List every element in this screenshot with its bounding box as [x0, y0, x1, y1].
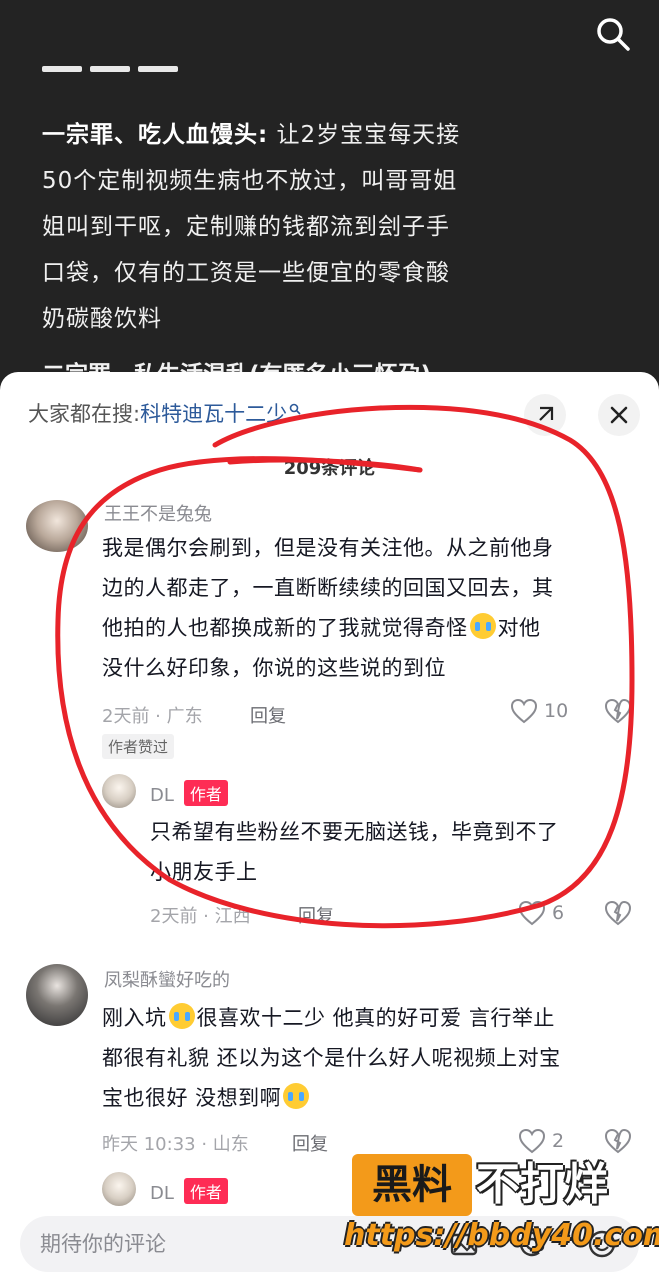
- hot-search-keyword[interactable]: 科特迪瓦十二少: [140, 402, 287, 426]
- article-body: 一宗罪、吃人血馒头: 让2岁宝宝每天接 50个定制视频生病也不放过，叫哥哥姐 姐…: [42, 112, 542, 342]
- hot-search: 大家都在搜:科特迪瓦十二少: [28, 398, 301, 428]
- comment-line: 对他: [497, 616, 541, 640]
- article-line: 50个定制视频生病也不放过，叫哥哥姐: [42, 168, 458, 194]
- comment-line: 他拍的人也都换成新的了我就觉得奇怪: [102, 616, 468, 640]
- heart-icon: [510, 698, 538, 724]
- watermark-box: 黑料: [352, 1154, 472, 1216]
- article-background: 一宗罪、吃人血馒头: 让2岁宝宝每天接 50个定制视频生病也不放过，叫哥哥姐 姐…: [0, 0, 659, 400]
- comment-meta: 昨天 10:33 · 山东: [102, 1134, 249, 1155]
- article-line: 奶碳酸饮料: [42, 306, 162, 332]
- comment-line: 边的人都走了，一直断断续续的回国又回去，其: [102, 576, 554, 600]
- comment-line: 很喜欢十二少 他真的好可爱 言行举止: [196, 1006, 555, 1030]
- crying-emoji-icon: [168, 1003, 195, 1029]
- dislike-icon[interactable]: [604, 1128, 632, 1154]
- comment-line: 没什么好印象，你说的这些说的到位: [102, 656, 446, 680]
- dislike-icon[interactable]: [604, 900, 632, 926]
- article-line: 姐叫到干呕，定制赚的钱都流到刽子手: [42, 214, 450, 240]
- article-line: 让2岁宝宝每天接: [276, 122, 461, 148]
- avatar[interactable]: [102, 774, 136, 808]
- like-count: 10: [544, 700, 569, 722]
- comment-meta: 2天前 · 江西: [150, 906, 251, 927]
- reply-button[interactable]: 回复: [250, 702, 286, 728]
- comment-line: 宝也很好 没想到啊: [102, 1086, 282, 1110]
- avatar[interactable]: [26, 500, 88, 552]
- author-tag: 作者: [183, 1178, 228, 1204]
- comment-text: 刚入坑 很喜欢十二少 他真的好可爱 言行举止 都很有礼貌 还以为这个是什么好人呢视…: [102, 998, 642, 1118]
- reply-button[interactable]: 回复: [292, 1130, 328, 1156]
- author-tag: 作者: [183, 780, 228, 806]
- crying-emoji-icon: [469, 613, 496, 639]
- watermark-url: https://bbdy40.com: [344, 1218, 659, 1253]
- username-text: DL: [150, 1183, 174, 1204]
- like-button[interactable]: 10: [510, 698, 568, 724]
- like-button[interactable]: 2: [518, 1128, 564, 1154]
- reply-text: 只希望有些粉丝不要无脑送钱，毕竟到不了 小朋友手上: [150, 812, 630, 892]
- close-icon: [610, 406, 628, 424]
- crying-emoji-icon: [283, 1083, 310, 1109]
- like-count: 6: [552, 902, 565, 924]
- close-button[interactable]: [598, 394, 640, 436]
- reply-button[interactable]: 回复: [298, 902, 334, 928]
- heart-icon: [518, 1128, 546, 1154]
- like-button[interactable]: 6: [518, 900, 564, 926]
- comment-username[interactable]: 王王不是兔兔: [104, 500, 212, 526]
- article-line: 口袋，仅有的工资是一些便宜的零食酸: [42, 260, 450, 286]
- heart-icon: [518, 900, 546, 926]
- reply-username[interactable]: DL 作者: [150, 1178, 228, 1204]
- comment-line: 都很有礼貌 还以为这个是什么好人呢视频上对宝: [102, 1046, 561, 1070]
- expand-icon: [539, 406, 554, 421]
- hot-search-prefix: 大家都在搜:: [28, 402, 141, 426]
- comment-line: 小朋友手上: [150, 860, 258, 884]
- like-count: 2: [552, 1130, 565, 1152]
- avatar[interactable]: [26, 964, 88, 1026]
- comment-sheet: 大家都在搜:科特迪瓦十二少 209条评论 王王不是兔兔 我是偶尔会刷到，但是没有…: [0, 372, 659, 1280]
- reply-username[interactable]: DL 作者: [150, 780, 228, 806]
- mini-search-icon: [289, 403, 301, 415]
- comment-text: 我是偶尔会刷到，但是没有关注他。从之前他身 边的人都走了，一直断断续续的回国又回…: [102, 528, 642, 688]
- watermark: 黑料 不打烊 https://bbdy40.com: [344, 1154, 659, 1262]
- avatar[interactable]: [102, 1172, 136, 1206]
- watermark-title: 不打烊: [476, 1159, 608, 1210]
- search-icon[interactable]: [593, 14, 633, 54]
- comment-meta: 2天前 · 广东: [102, 706, 203, 727]
- expand-button[interactable]: [524, 394, 566, 436]
- author-liked-badge: 作者赞过: [102, 734, 175, 759]
- dislike-icon[interactable]: [604, 698, 632, 724]
- comment-line: 我是偶尔会刷到，但是没有关注他。从之前他身: [102, 536, 554, 560]
- username-text: DL: [150, 785, 174, 806]
- article-heading-fragment: [42, 44, 192, 74]
- comment-line: 刚入坑: [102, 1006, 167, 1030]
- comment-count: 209条评论: [283, 458, 376, 479]
- comment-line: 只希望有些粉丝不要无脑送钱，毕竟到不了: [150, 820, 559, 844]
- comment-username[interactable]: 凤梨酥蠻好吃的: [104, 966, 230, 992]
- article-bold-lead: 一宗罪、吃人血馒头:: [42, 122, 269, 148]
